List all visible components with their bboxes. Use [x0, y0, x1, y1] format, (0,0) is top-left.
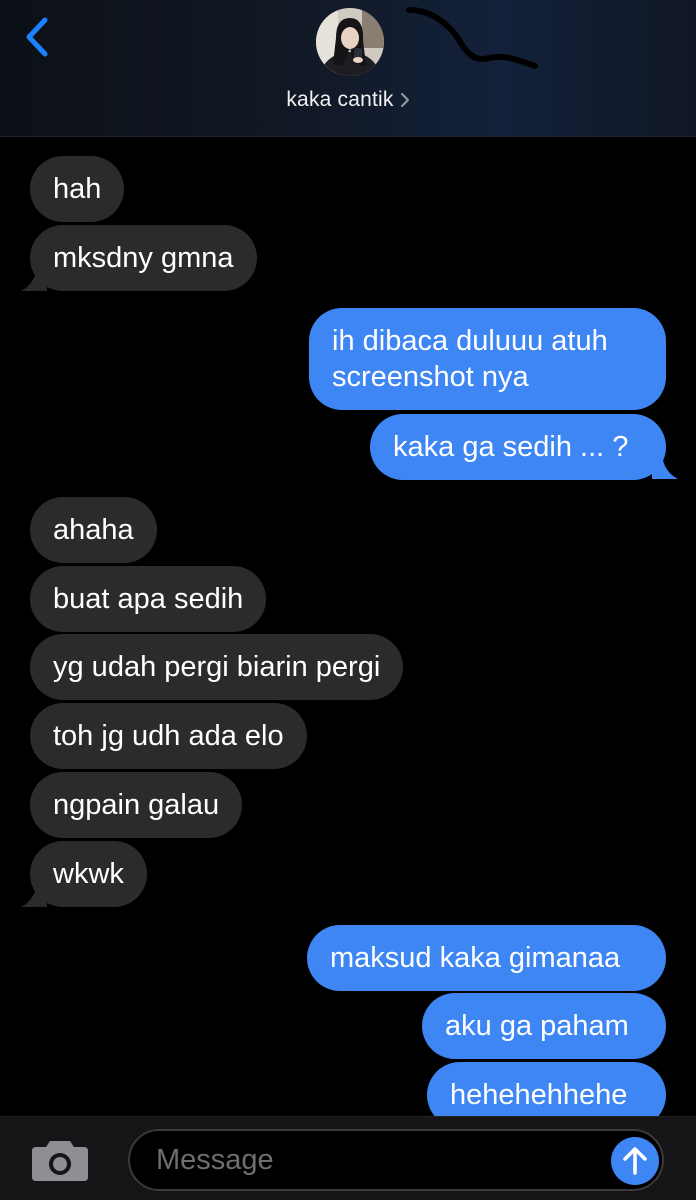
incoming-message[interactable]: mksdny gmna [30, 225, 257, 291]
outgoing-message[interactable]: ih dibaca duluuu atuh screenshot nya [309, 308, 666, 410]
incoming-message[interactable]: yg udah pergi biarin pergi [30, 634, 404, 700]
camera-icon [32, 1141, 88, 1181]
outgoing-message[interactable]: kaka ga sedih ... ? [370, 414, 666, 480]
contact-name: kaka cantik [286, 88, 394, 111]
chevron-right-icon [400, 93, 409, 107]
contact-name-button[interactable]: kaka cantik [286, 88, 409, 112]
message-placeholder: Message [156, 1144, 274, 1176]
incoming-message[interactable]: buat apa sedih [30, 566, 267, 632]
arrow-up-icon [623, 1147, 647, 1175]
camera-button[interactable] [30, 1137, 90, 1183]
outgoing-message[interactable]: maksud kaka gimanaa [307, 925, 666, 991]
outgoing-message[interactable]: aku ga paham [422, 993, 666, 1059]
send-button[interactable] [611, 1137, 659, 1185]
chevron-left-icon [26, 17, 48, 57]
scribble-mark [406, 7, 538, 69]
incoming-message[interactable]: hah [30, 156, 125, 222]
incoming-message[interactable]: toh jg udh ada elo [30, 703, 307, 769]
message-composer: Message [0, 1116, 696, 1200]
bubble-tail [652, 452, 678, 479]
back-button[interactable] [14, 14, 60, 60]
incoming-message[interactable]: ngpain galau [30, 772, 243, 838]
message-input[interactable]: Message [128, 1129, 664, 1191]
contact-avatar[interactable] [316, 8, 384, 76]
incoming-message[interactable]: ahaha [30, 497, 157, 563]
conversation-header: kaka cantik [0, 0, 696, 137]
messages-screen: kaka cantik hah mksdny gmna ih dibaca du… [0, 0, 696, 1200]
bubble-tail [21, 880, 47, 907]
bubble-tail [21, 264, 47, 291]
message-thread[interactable]: hah mksdny gmna ih dibaca duluuu atuh sc… [0, 136, 696, 1128]
